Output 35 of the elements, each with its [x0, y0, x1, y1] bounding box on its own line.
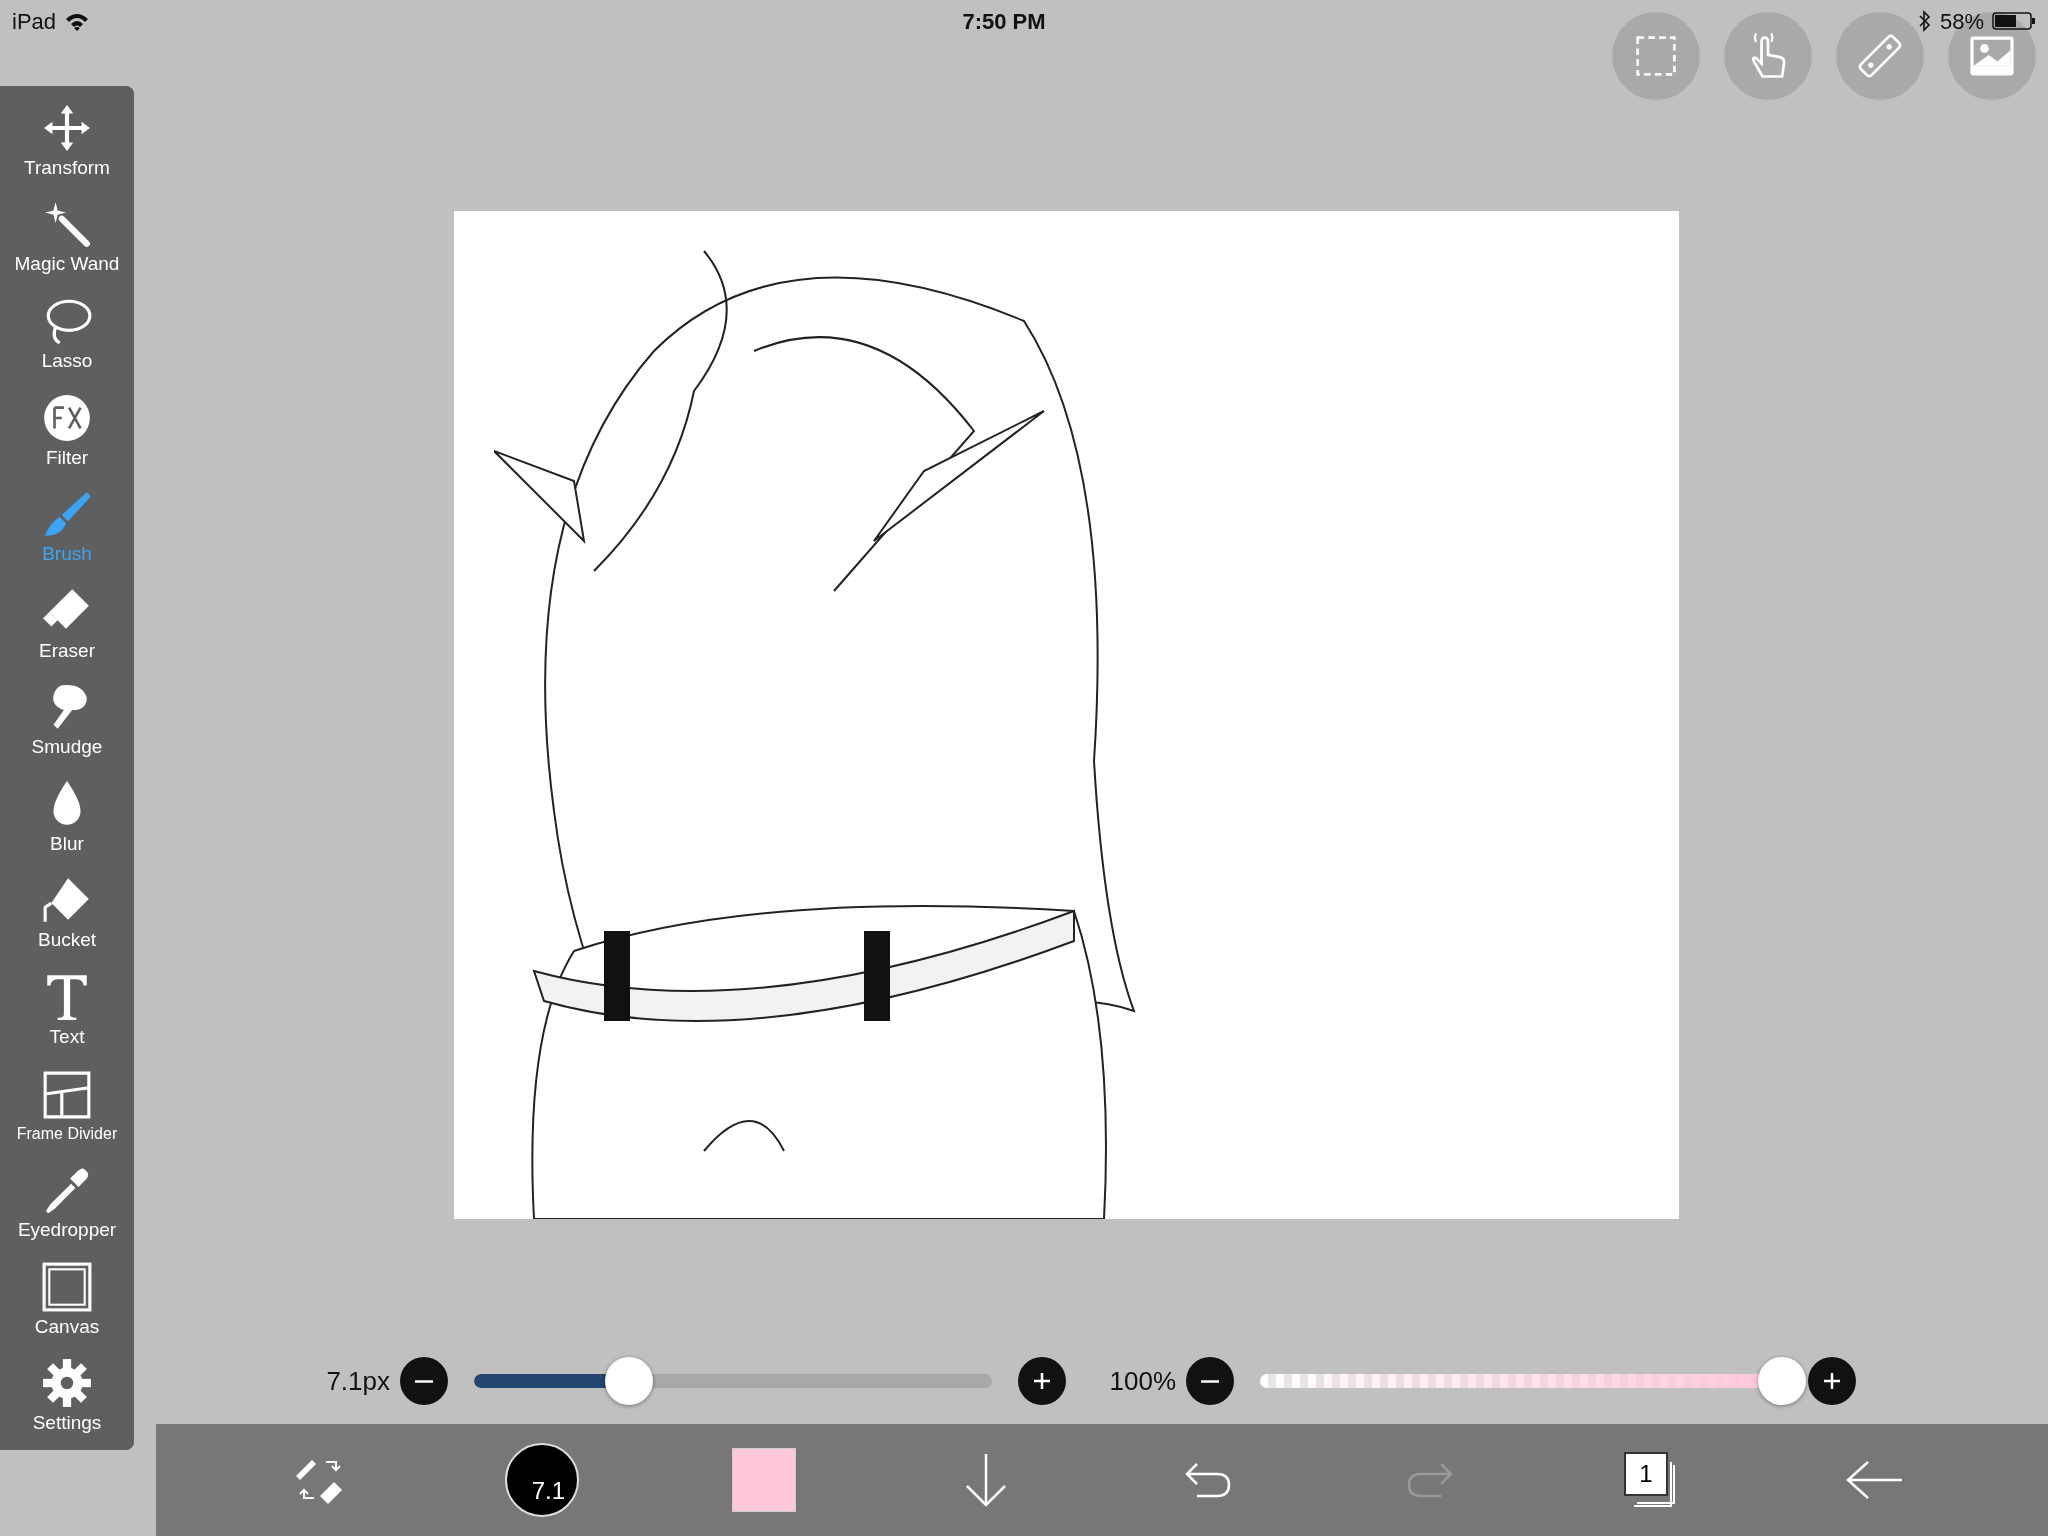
- minus-icon: [415, 1379, 433, 1383]
- tool-button[interactable]: Bucket: [0, 864, 134, 962]
- increase-button[interactable]: [1018, 1357, 1066, 1405]
- tool-button[interactable]: Smudge: [0, 671, 134, 769]
- tool-button[interactable]: Transform: [0, 92, 134, 189]
- canvas-icon: [41, 1260, 93, 1313]
- color-swatch[interactable]: [732, 1448, 796, 1512]
- back-button[interactable]: [1844, 1458, 1904, 1502]
- slider-reading: 100%: [1108, 1364, 1176, 1398]
- back-arrow-icon: [1844, 1458, 1904, 1502]
- tool-button[interactable]: Frame Divider: [0, 1057, 134, 1155]
- decrease-button[interactable]: [400, 1357, 448, 1405]
- carrier-label: iPad: [12, 7, 57, 36]
- tool-button[interactable]: Eraser: [0, 574, 134, 672]
- decrease-button[interactable]: [1186, 1357, 1234, 1405]
- increase-button[interactable]: [1808, 1357, 1856, 1405]
- settings-icon: [41, 1357, 93, 1410]
- tool-button[interactable]: Lasso: [0, 285, 134, 382]
- tool-button[interactable]: Canvas: [0, 1250, 134, 1348]
- wifi-icon: [64, 11, 91, 31]
- clock-time: 7:50 PM: [962, 7, 1046, 36]
- brush-size-preview[interactable]: 7.1: [505, 1443, 579, 1517]
- slider-reading: 7.1px: [325, 1364, 390, 1398]
- tool-button[interactable]: Blur: [0, 768, 134, 865]
- minus-icon: [1201, 1379, 1219, 1383]
- slider-thumb[interactable]: [605, 1357, 654, 1405]
- tool-button[interactable]: Eyedropper: [0, 1154, 134, 1251]
- tool-button[interactable]: Magic Wand: [0, 188, 134, 286]
- slider-thumb[interactable]: [1758, 1357, 1806, 1405]
- battery-percent: 58%: [1939, 7, 1984, 36]
- tool-button[interactable]: Text: [0, 961, 134, 1058]
- tool-button[interactable]: Settings: [0, 1347, 134, 1445]
- tool-button[interactable]: Filter: [0, 381, 134, 479]
- bluetooth-icon: [1917, 10, 1932, 32]
- battery-icon: [1992, 10, 2036, 32]
